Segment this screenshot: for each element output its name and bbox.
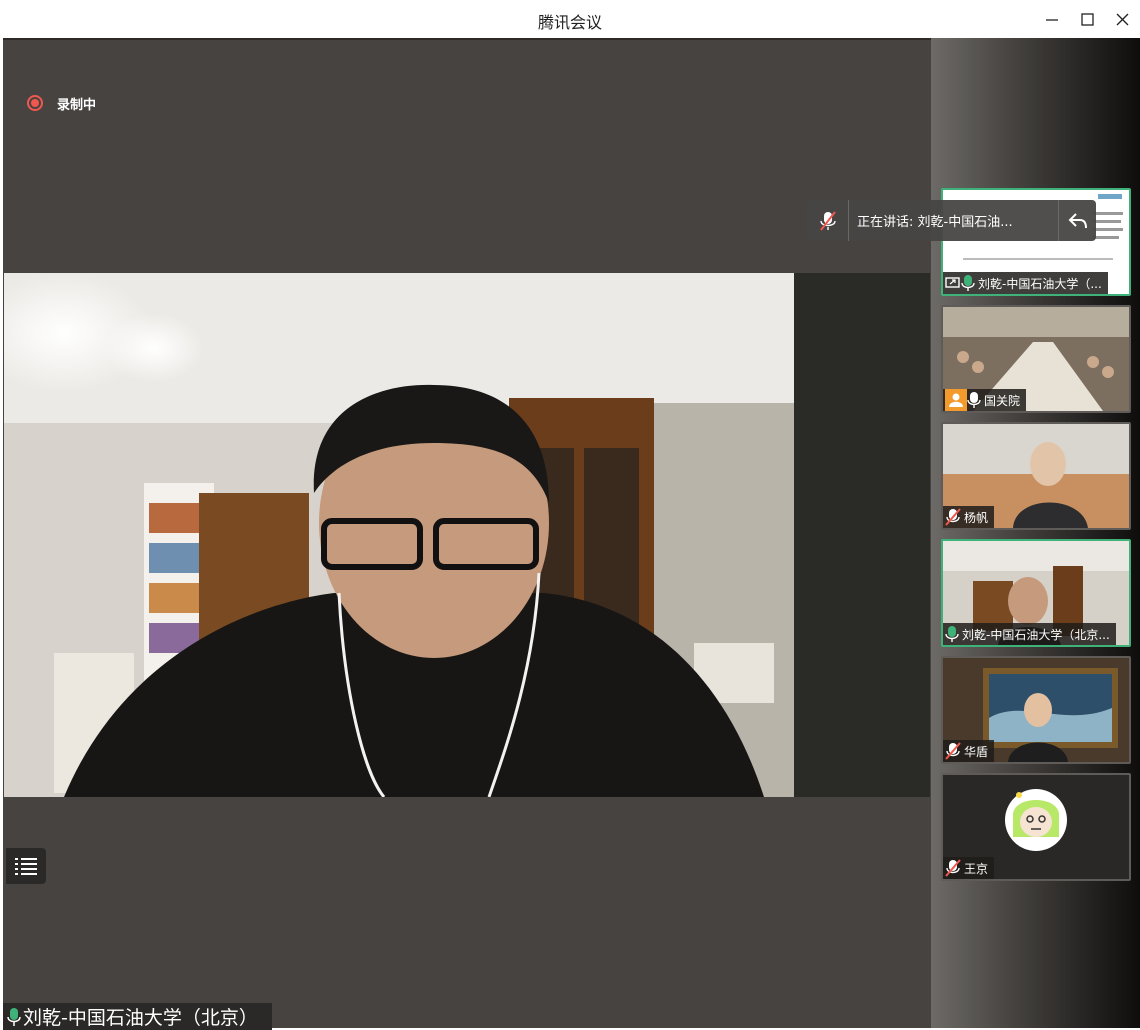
recording-indicator: 录制中: [27, 93, 96, 113]
participant-label: 刘乾-中国石油大学（北京...: [943, 623, 1116, 645]
record-icon: [27, 95, 43, 111]
participant-label: 杨帆: [943, 506, 995, 528]
participant-name: 华盾: [964, 744, 989, 759]
popup-back-button[interactable]: [1058, 200, 1096, 241]
microphone-muted-icon: [945, 742, 961, 760]
participant-label: 华盾: [943, 740, 995, 762]
recording-label: 录制中: [57, 97, 97, 113]
participant-video-sidebar: 刘乾-中国石油大学（... 国关院 杨帆 刘乾-中国石油大学（北京... 华盾 …: [931, 38, 1140, 1028]
minimize-button[interactable]: [1037, 6, 1067, 32]
participant-label: 王京: [943, 857, 995, 879]
microphone-icon: [7, 1007, 21, 1026]
participant-name: 国关院: [984, 393, 1021, 408]
maximize-icon: [1081, 13, 1094, 26]
microphone-icon: [967, 392, 981, 408]
participant-tile[interactable]: 刘乾-中国石油大学（北京...: [941, 539, 1131, 647]
main-speaker-video[interactable]: [4, 273, 930, 797]
participant-name: 王京: [964, 861, 989, 876]
maximize-button[interactable]: [1072, 6, 1102, 32]
microphone-muted-icon: [945, 508, 961, 526]
list-menu-icon: [15, 858, 37, 875]
participant-tile[interactable]: 杨帆: [941, 422, 1131, 530]
title-bar: 腾讯会议: [0, 0, 1140, 38]
participant-label: 刘乾-中国石油大学（...: [943, 272, 1108, 294]
microphone-muted-icon: [819, 210, 836, 231]
close-icon: [1116, 13, 1129, 26]
screen-share-icon: [945, 277, 960, 288]
reply-arrow-icon: [1068, 212, 1087, 228]
microphone-icon: [961, 275, 975, 291]
participant-list-button[interactable]: [6, 848, 46, 884]
participant-tile[interactable]: 华盾: [941, 656, 1131, 764]
meeting-window: 腾讯会议 录制中 刘乾-中国石油大学（北京） 刘乾-中国石油大学（... 国关院…: [0, 0, 1140, 1030]
popup-mic-button[interactable]: [807, 200, 849, 241]
participant-tile[interactable]: 国关院: [941, 305, 1131, 413]
now-speaking-text: 正在讲话: 刘乾-中国石油...: [857, 215, 1013, 230]
close-button[interactable]: [1107, 6, 1137, 32]
participant-name: 刘乾-中国石油大学（...: [978, 276, 1102, 291]
window-title: 腾讯会议: [537, 13, 602, 32]
speaker-name: 刘乾-中国石油大学（北京）: [23, 1007, 258, 1029]
participant-tile[interactable]: 王京: [941, 773, 1131, 881]
microphone-muted-icon: [945, 859, 961, 877]
minimize-icon: [1046, 19, 1058, 21]
participant-name: 刘乾-中国石油大学（北京...: [962, 627, 1110, 642]
video-frame: [4, 273, 930, 797]
microphone-icon: [945, 626, 959, 642]
participant-name: 杨帆: [964, 510, 989, 525]
main-speaker-nameplate: 刘乾-中国石油大学（北京）: [3, 1003, 272, 1030]
now-speaking-popup: 正在讲话: 刘乾-中国石油...: [807, 200, 1096, 241]
participant-label: 国关院: [943, 389, 1027, 411]
main-video-stage: 录制中 刘乾-中国石油大学（北京）: [3, 38, 931, 1030]
person-avatar-icon: [945, 389, 967, 411]
